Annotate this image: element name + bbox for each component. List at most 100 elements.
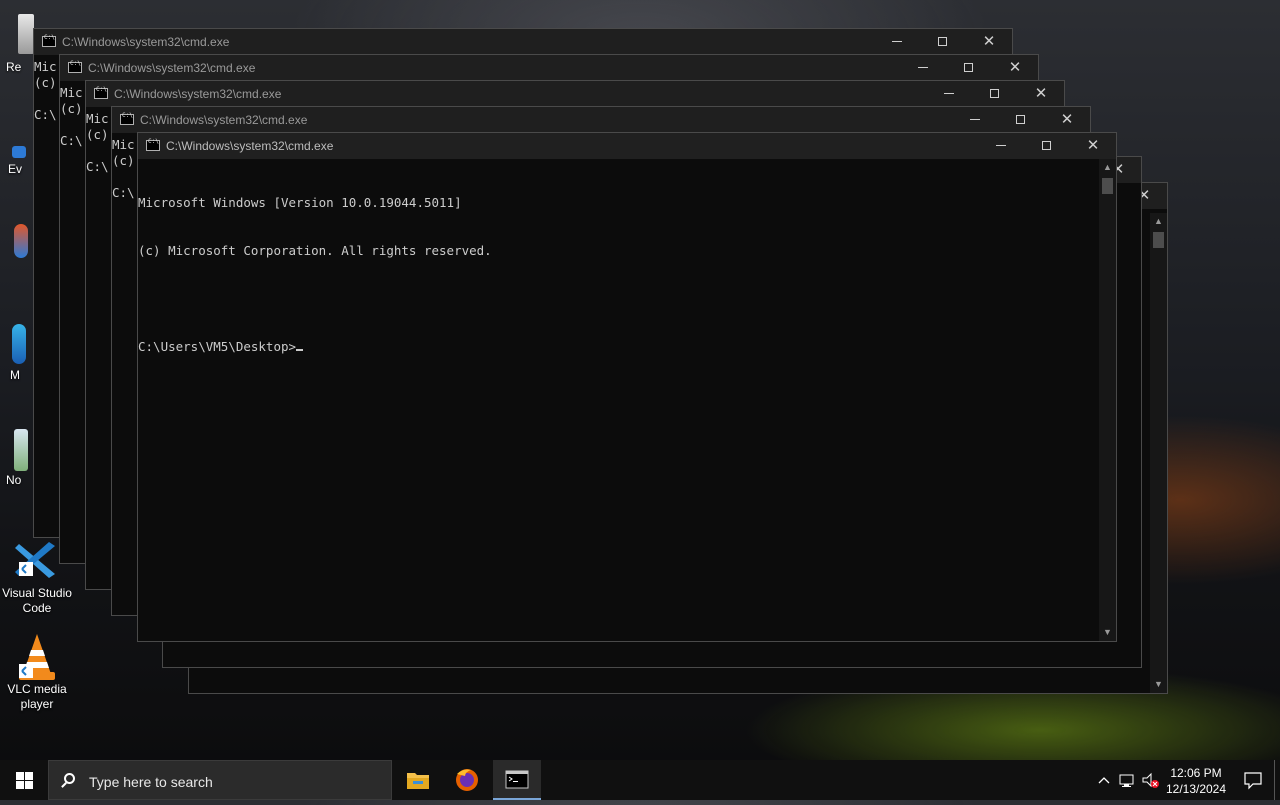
- console-output[interactable]: Mic (c) C:\: [86, 111, 109, 175]
- firefox-icon: [456, 769, 478, 791]
- action-center-button[interactable]: [1240, 768, 1266, 792]
- minimize-icon: [892, 41, 902, 42]
- volume-muted-icon: [1142, 772, 1159, 788]
- window-titlebar[interactable]: C:\Windows\system32\cmd.exe ✕: [112, 107, 1090, 133]
- console-line: (c): [34, 75, 57, 90]
- minimize-icon: [996, 145, 1006, 146]
- console-line: Mic: [112, 137, 135, 152]
- desktop-icon-label: Ev: [8, 162, 23, 176]
- command-prompt-icon: [505, 770, 529, 789]
- cmd-icon: [146, 138, 160, 151]
- clock-date: 12/13/2024: [1165, 782, 1227, 796]
- minimize-button[interactable]: [900, 55, 946, 81]
- maximize-button[interactable]: [946, 55, 992, 81]
- window-title: C:\Windows\system32\cmd.exe: [166, 139, 334, 153]
- window-titlebar[interactable]: C:\Windows\system32\cmd.exe ✕: [60, 55, 1038, 81]
- desktop-icon-notepad[interactable]: No: [0, 425, 34, 495]
- search-input[interactable]: [87, 770, 381, 794]
- shortcut-icon: [12, 146, 26, 158]
- close-button[interactable]: ✕: [1018, 81, 1064, 107]
- console-line: Mic: [86, 111, 109, 126]
- desktop-icon-label: Re: [6, 60, 22, 74]
- console-line: (c): [112, 153, 135, 168]
- desktop-icon-partial-2[interactable]: Ev: [0, 140, 34, 180]
- console-line: C:\: [86, 159, 109, 174]
- volume-button[interactable]: [1140, 768, 1162, 792]
- maximize-button[interactable]: [998, 107, 1044, 133]
- desktop-icon-label: No: [6, 473, 22, 487]
- desktop-icon-edge[interactable]: M: [0, 320, 34, 390]
- maximize-button[interactable]: [972, 81, 1018, 107]
- vscode-icon: [13, 536, 61, 584]
- scroll-up-icon[interactable]: ▲: [1099, 159, 1116, 176]
- minimize-button[interactable]: [978, 133, 1024, 159]
- window-title: C:\Windows\system32\cmd.exe: [62, 35, 230, 49]
- cmd-icon: [94, 86, 108, 99]
- desktop-icon-label: player: [20, 697, 54, 711]
- maximize-button[interactable]: [920, 29, 966, 55]
- console-line: Mic: [34, 59, 57, 74]
- cmd-icon: [68, 60, 82, 73]
- notepad-icon: [14, 429, 28, 471]
- console-line: C:\: [112, 185, 135, 200]
- console-output[interactable]: Mic (c) C:\: [34, 59, 57, 123]
- notification-icon: [1244, 772, 1262, 790]
- window-title: C:\Windows\system32\cmd.exe: [140, 113, 308, 127]
- taskbar-firefox[interactable]: [443, 760, 491, 800]
- taskbar-clock[interactable]: 12:06 PM 12/13/2024: [1160, 765, 1232, 797]
- close-button[interactable]: ✕: [1044, 107, 1090, 133]
- scroll-down-icon[interactable]: ▼: [1150, 676, 1167, 693]
- folder-icon: [407, 773, 429, 789]
- maximize-button[interactable]: [1024, 133, 1070, 159]
- scroll-down-icon[interactable]: ▼: [1099, 624, 1116, 641]
- window-title: C:\Windows\system32\cmd.exe: [88, 61, 256, 75]
- console-prompt: C:\Users\VM5\Desktop>: [138, 339, 297, 354]
- console-line: C:\: [60, 133, 83, 148]
- show-desktop-button[interactable]: [1274, 760, 1280, 800]
- minimize-button[interactable]: [926, 81, 972, 107]
- console-prompt-line[interactable]: C:\Users\VM5\Desktop>: [138, 339, 492, 355]
- console-output[interactable]: Microsoft Windows [Version 10.0.19044.50…: [138, 163, 492, 387]
- desktop-icon-recycle-bin[interactable]: Re: [0, 10, 34, 80]
- taskbar-search-box[interactable]: [48, 760, 392, 800]
- vertical-scrollbar[interactable]: ▲ ▼: [1099, 159, 1116, 641]
- console-line: (c) Microsoft Corporation. All rights re…: [138, 243, 492, 258]
- window-titlebar[interactable]: C:\Windows\system32\cmd.exe ✕: [138, 133, 1116, 159]
- minimize-icon: [944, 93, 954, 94]
- desktop-icon-label: M: [10, 368, 20, 382]
- close-button[interactable]: ✕: [1070, 133, 1116, 159]
- cmd-icon: [120, 112, 134, 125]
- vertical-scrollbar[interactable]: ▲ ▼: [1150, 213, 1167, 693]
- desktop-icon-partial-3[interactable]: [0, 220, 34, 280]
- console-line: (c): [60, 101, 83, 116]
- console-output[interactable]: Mic (c) C:\: [60, 85, 83, 149]
- start-button[interactable]: [0, 760, 48, 800]
- minimize-button[interactable]: [952, 107, 998, 133]
- close-button[interactable]: ✕: [966, 29, 1012, 55]
- vlc-icon: [13, 632, 61, 680]
- console-line: Microsoft Windows [Version 10.0.19044.50…: [138, 195, 462, 210]
- maximize-icon: [1016, 115, 1025, 124]
- window-titlebar[interactable]: C:\Windows\system32\cmd.exe ✕: [34, 29, 1012, 55]
- window-titlebar[interactable]: C:\Windows\system32\cmd.exe ✕: [86, 81, 1064, 107]
- console-output[interactable]: Mic (c) C:\: [112, 137, 135, 201]
- maximize-icon: [964, 63, 973, 72]
- maximize-icon: [938, 37, 947, 46]
- window-title: C:\Windows\system32\cmd.exe: [114, 87, 282, 101]
- desktop-icon-vlc[interactable]: VLC media player: [0, 632, 74, 712]
- cmd-window-active[interactable]: C:\Windows\system32\cmd.exe ✕ Microsoft …: [137, 132, 1117, 642]
- network-button[interactable]: [1116, 768, 1138, 792]
- minimize-button[interactable]: [874, 29, 920, 55]
- scroll-thumb[interactable]: [1102, 178, 1113, 194]
- scroll-up-icon[interactable]: ▲: [1150, 213, 1167, 230]
- desktop-icon-label: VLC media: [7, 682, 67, 696]
- maximize-icon: [1042, 141, 1051, 150]
- system-tray: 12:06 PM 12/13/2024: [1090, 760, 1280, 800]
- taskbar-command-prompt[interactable]: [493, 760, 541, 800]
- close-button[interactable]: ✕: [992, 55, 1038, 81]
- desktop-icon-label: Visual Studio: [2, 586, 72, 600]
- show-hidden-icons-button[interactable]: [1094, 768, 1114, 792]
- scroll-thumb[interactable]: [1153, 232, 1164, 248]
- text-cursor: [296, 349, 304, 351]
- taskbar-file-explorer[interactable]: [394, 760, 442, 800]
